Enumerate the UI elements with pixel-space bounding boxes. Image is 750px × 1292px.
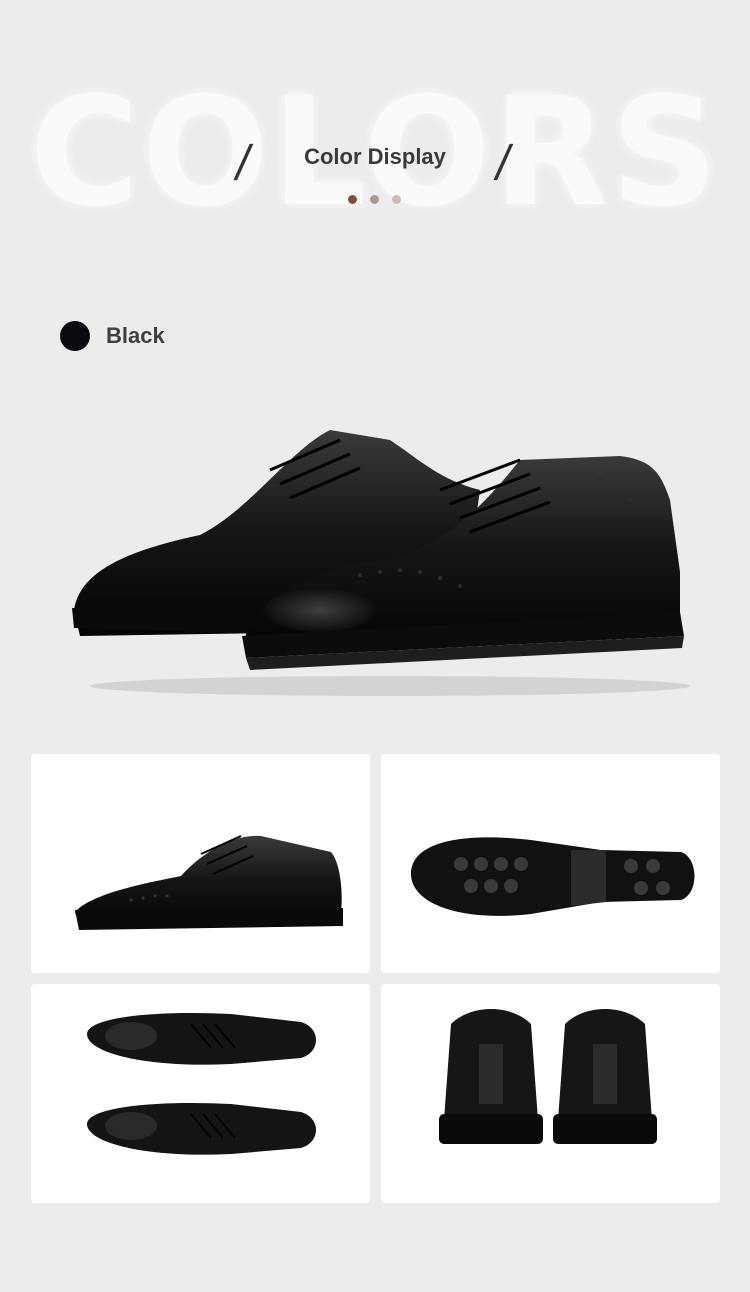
dot-2 [370,195,379,204]
color-option-black[interactable]: Black [60,321,165,351]
dot-1 [348,195,357,204]
color-label: Black [106,323,165,348]
hero-shoe-image [60,400,700,700]
gallery-back-view[interactable] [381,984,720,1203]
gallery-side-view[interactable] [31,754,370,973]
color-swatch [60,321,90,351]
gallery-sole-view[interactable] [381,754,720,973]
gallery-top-view[interactable] [31,984,370,1203]
dot-3 [392,195,401,204]
section-title: Color Display [304,144,446,169]
carousel-dots [348,195,401,204]
